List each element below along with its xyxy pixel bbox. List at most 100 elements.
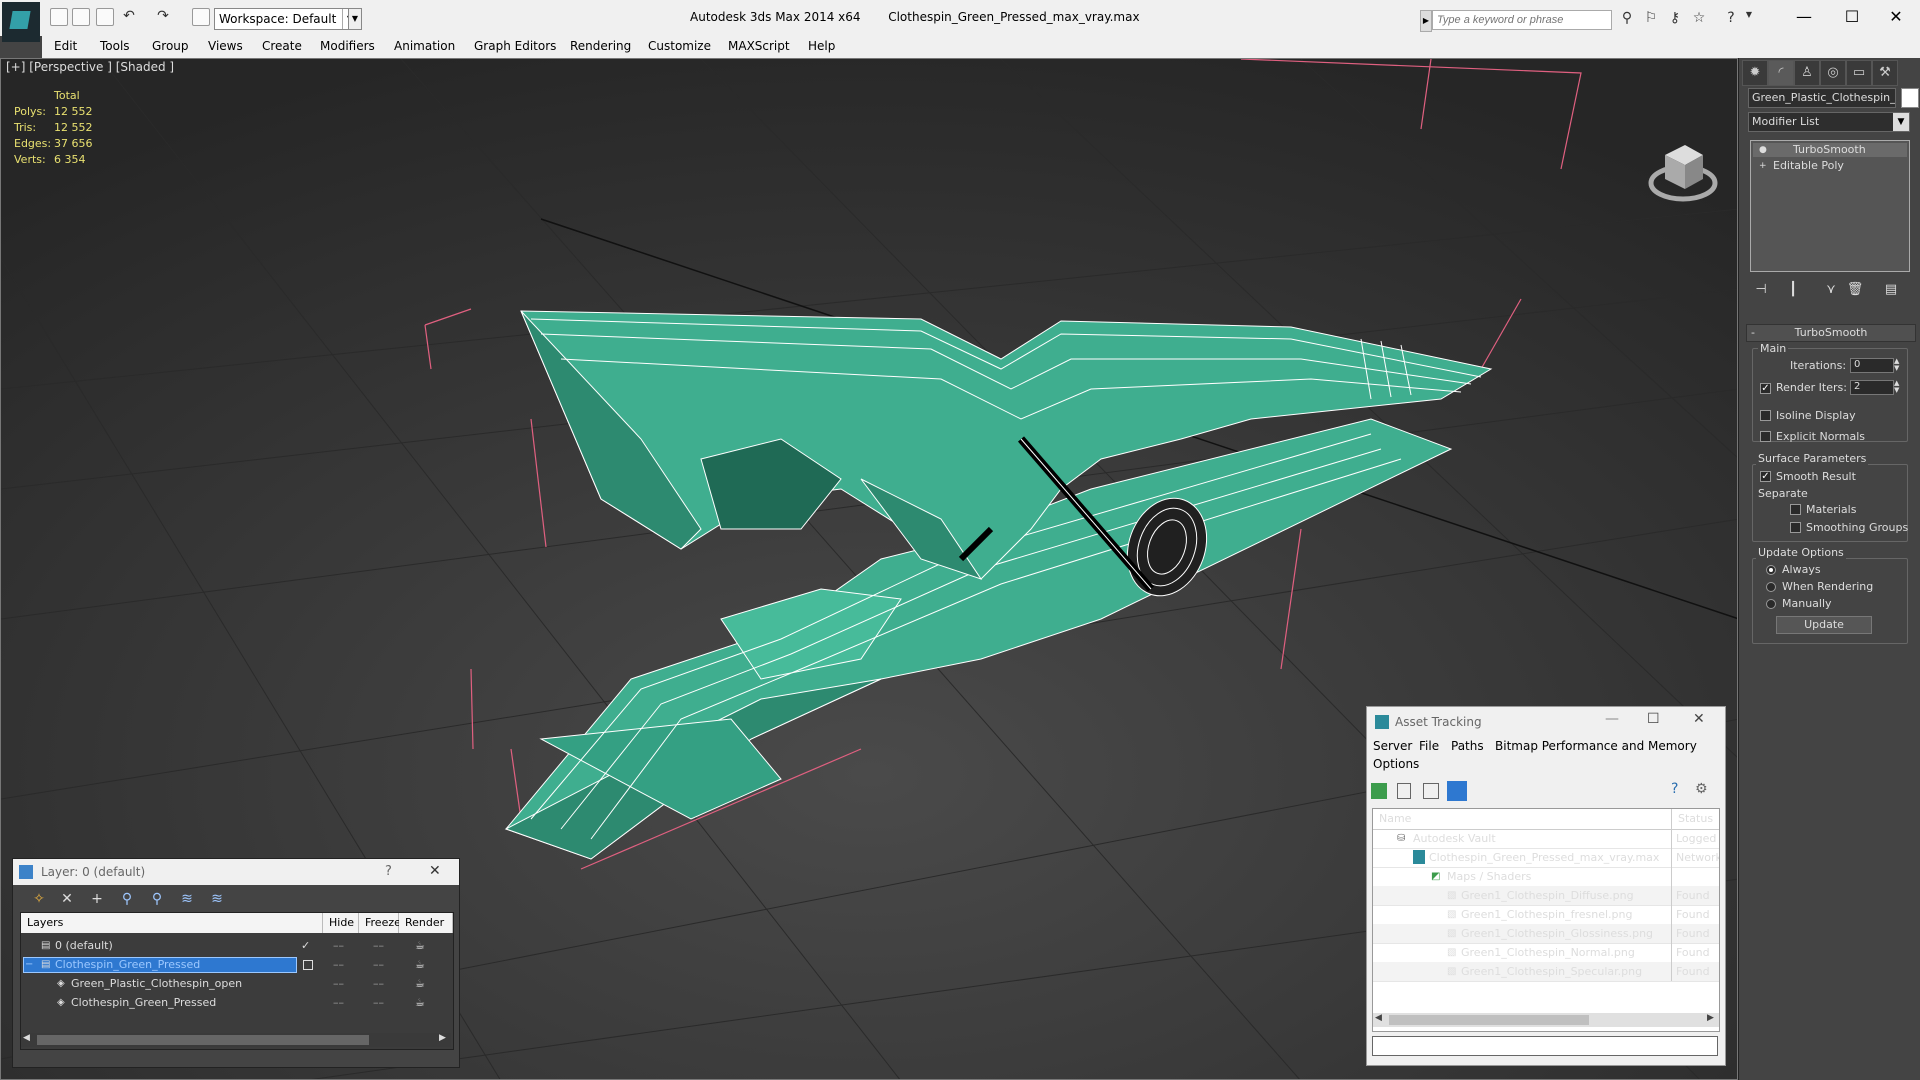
layer-row[interactable]: − ▤ Clothespin_Green_Pressed –– –– ☕ — [21, 956, 451, 975]
expand-plus-icon[interactable]: + — [1759, 159, 1767, 173]
asset-row[interactable]: ▧ Green1_Clothespin_Diffuse.png Found — [1373, 886, 1719, 906]
viewport-label[interactable]: [+] [Perspective ] [Shaded ] — [6, 60, 174, 74]
smoothing-groups-checkbox[interactable] — [1790, 522, 1801, 533]
freeze-toggle[interactable]: –– — [373, 994, 384, 1012]
workspace-dropdown[interactable]: Workspace: Default ▼ — [214, 8, 358, 30]
remove-modifier-icon[interactable]: 🗑 — [1846, 282, 1864, 300]
select-objects-icon[interactable]: ⚲ — [117, 891, 137, 911]
render-iters-checkbox[interactable]: ✓ — [1760, 383, 1771, 394]
menu-file[interactable]: File — [1419, 739, 1439, 753]
undo-icon[interactable]: ↶ — [120, 8, 138, 26]
hide-toggle[interactable]: –– — [333, 956, 344, 974]
menu-paths[interactable]: Paths — [1451, 739, 1484, 753]
binoculars-icon[interactable]: ⚲ — [1618, 10, 1636, 28]
menu-bitmap-performance[interactable]: Bitmap Performance and Memory — [1495, 739, 1697, 753]
save-file-icon[interactable] — [96, 8, 114, 26]
freeze-toggle[interactable]: –– — [373, 956, 384, 974]
render-teapot-icon[interactable]: ☕ — [415, 937, 425, 955]
layer-row[interactable]: ◈ Green_Plastic_Clothespin_open –– –– ☕ — [21, 975, 451, 994]
show-end-result-icon[interactable]: ┃ — [1784, 282, 1802, 300]
utilities-tab-icon[interactable]: ⚒ — [1872, 60, 1898, 86]
materials-checkbox[interactable] — [1790, 504, 1801, 515]
when-rendering-radio[interactable] — [1766, 582, 1776, 592]
redo-icon[interactable]: ↷ — [154, 8, 172, 26]
help-button[interactable]: ? — [385, 864, 392, 879]
list-view-icon[interactable] — [1397, 783, 1411, 799]
scroll-thumb[interactable] — [37, 1035, 369, 1045]
hierarchy-tab-icon[interactable]: ♙ — [1794, 60, 1820, 86]
modifier-list-dropdown[interactable]: Modifier List ▼ — [1748, 112, 1910, 132]
horizontal-scrollbar[interactable]: ◀ ▶ — [1373, 1013, 1719, 1027]
horizontal-scrollbar[interactable]: ◀ ▶ — [21, 1033, 451, 1047]
menu-edit[interactable]: Edit — [54, 39, 77, 53]
search-input[interactable] — [1432, 10, 1612, 30]
menu-group[interactable]: Group — [152, 39, 189, 53]
close-button[interactable]: ✕ — [429, 863, 441, 879]
make-unique-icon[interactable]: ⋎ — [1822, 282, 1840, 300]
minimize-button[interactable]: — — [1782, 4, 1826, 30]
layer-window-titlebar[interactable]: Layer: 0 (default) ? ✕ — [13, 859, 459, 885]
search-expand-icon[interactable]: ▶ — [1420, 10, 1432, 32]
scroll-left-icon[interactable]: ◀ — [1375, 1013, 1382, 1023]
modify-tab-icon[interactable]: ◜ — [1768, 60, 1794, 86]
hide-toggle[interactable]: –– — [333, 937, 344, 955]
column-header-render[interactable]: Render — [399, 913, 453, 933]
column-header-name[interactable]: Name — [1379, 809, 1411, 829]
menu-customize[interactable]: Customize — [648, 39, 711, 53]
freeze-toggle[interactable]: –– — [373, 975, 384, 993]
menu-graph-editors[interactable]: Graph Editors — [474, 39, 556, 53]
settings-icon[interactable]: ⚙ — [1695, 781, 1708, 797]
menu-animation[interactable]: Animation — [394, 39, 455, 53]
asset-row[interactable]: ▧ Green1_Clothespin_Glossiness.png Found — [1373, 924, 1719, 944]
menu-views[interactable]: Views — [208, 39, 243, 53]
always-radio[interactable] — [1766, 565, 1776, 575]
maximize-button[interactable]: ☐ — [1647, 711, 1660, 727]
asset-row[interactable]: ◩ Maps / Shaders — [1373, 867, 1719, 887]
scroll-left-icon[interactable]: ◀ — [23, 1033, 30, 1043]
configure-sets-icon[interactable]: ▤ — [1882, 282, 1900, 300]
asset-row[interactable]: ▧ Green1_Clothespin_fresnel.png Found — [1373, 905, 1719, 925]
stack-item-editable-poly[interactable]: + Editable Poly — [1753, 159, 1907, 173]
render-teapot-icon[interactable]: ☕ — [415, 956, 425, 974]
display-tab-icon[interactable]: ▭ — [1846, 60, 1872, 86]
current-layer-check-icon[interactable]: ✓ — [301, 937, 310, 955]
table-view-icon[interactable] — [1447, 781, 1467, 801]
hide-toggle[interactable]: –– — [333, 975, 344, 993]
render-teapot-icon[interactable]: ☕ — [415, 994, 425, 1012]
scroll-thumb[interactable] — [1389, 1015, 1589, 1025]
asset-row[interactable]: ▧ Green1_Clothespin_Specular.png Found — [1373, 962, 1719, 982]
hide-toggle[interactable]: –– — [333, 994, 344, 1012]
refresh-icon[interactable] — [1371, 783, 1387, 799]
key-icon[interactable]: ⚷ — [1666, 10, 1684, 28]
column-header-hide[interactable]: Hide — [323, 913, 359, 933]
column-header-freeze[interactable]: Freeze — [359, 913, 401, 933]
asset-row[interactable]: ▧ Green1_Clothespin_Normal.png Found — [1373, 943, 1719, 963]
turbosmooth-rollout-header[interactable]: - TurboSmooth — [1746, 324, 1916, 342]
app-logo-icon[interactable] — [2, 2, 40, 42]
scroll-right-icon[interactable]: ▶ — [439, 1033, 446, 1043]
menu-modifiers[interactable]: Modifiers — [320, 39, 375, 53]
help-icon[interactable]: ? — [1671, 781, 1678, 797]
menu-tools[interactable]: Tools — [100, 39, 130, 53]
iterations-spinner[interactable]: 0 — [1850, 358, 1894, 373]
hide-all-layers-icon[interactable]: ≋ — [177, 891, 197, 911]
make-current-box[interactable] — [303, 960, 313, 970]
stack-item-turbosmooth[interactable]: ● TurboSmooth — [1753, 143, 1907, 157]
object-color-swatch[interactable] — [1901, 88, 1919, 108]
communication-center-icon[interactable]: ⚐ — [1642, 10, 1660, 28]
scroll-right-icon[interactable]: ▶ — [1707, 1013, 1714, 1023]
render-iters-spinner[interactable]: 2 — [1850, 380, 1894, 395]
menu-options[interactable]: Options — [1373, 757, 1419, 771]
lightbulb-icon[interactable]: ● — [1759, 143, 1767, 157]
manually-radio[interactable] — [1766, 599, 1776, 609]
isoline-display-checkbox[interactable] — [1760, 410, 1771, 421]
help-dropdown-icon[interactable]: ▼ — [1740, 10, 1758, 28]
create-layer-icon[interactable]: ✧ — [29, 891, 49, 911]
delete-layer-icon[interactable]: ✕ — [57, 891, 77, 911]
thumbnail-view-icon[interactable] — [1423, 783, 1439, 799]
freeze-all-layers-icon[interactable]: ≋ — [207, 891, 227, 911]
explicit-normals-checkbox[interactable] — [1760, 431, 1771, 442]
render-teapot-icon[interactable]: ☕ — [415, 975, 425, 993]
asset-path-field[interactable] — [1372, 1036, 1718, 1056]
menu-maxscript[interactable]: MAXScript — [728, 39, 790, 53]
